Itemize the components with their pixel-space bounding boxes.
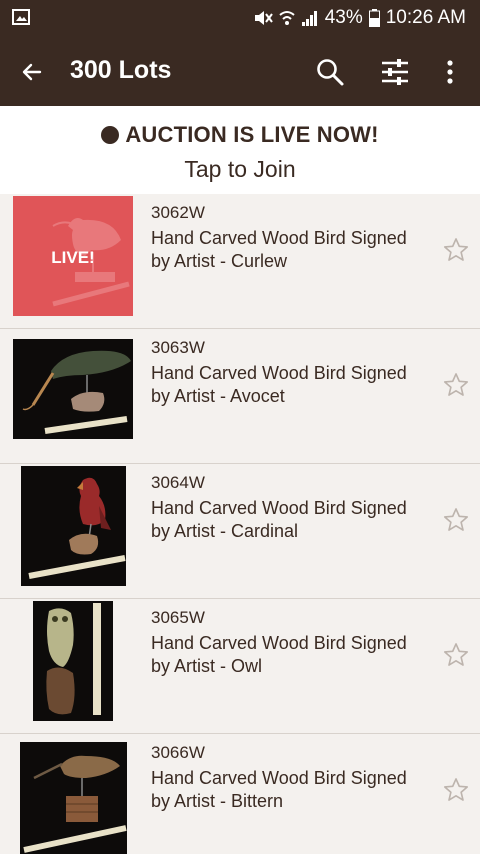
live-auction-banner[interactable]: AUCTION IS LIVE NOW! Tap to Join xyxy=(0,106,480,194)
list-item[interactable]: LIVE! 3062W Hand Carved Wood Bird Signed… xyxy=(0,194,480,329)
star-icon[interactable] xyxy=(442,371,470,399)
star-icon[interactable] xyxy=(442,236,470,264)
overflow-menu-button[interactable] xyxy=(430,52,470,92)
battery-percent: 43% xyxy=(324,7,363,28)
gallery-notification-icon xyxy=(12,9,30,25)
live-status-text: AUCTION IS LIVE NOW! xyxy=(125,122,379,147)
list-item[interactable]: 3064W Hand Carved Wood Bird Signed by Ar… xyxy=(0,464,480,599)
star-icon[interactable] xyxy=(442,506,470,534)
lot-thumbnail-live: LIVE! xyxy=(13,196,133,316)
search-button[interactable] xyxy=(310,52,350,92)
lot-title: Hand Carved Wood Bird Signed by Artist -… xyxy=(151,498,407,541)
list-item[interactable]: 3065W Hand Carved Wood Bird Signed by Ar… xyxy=(0,599,480,734)
tap-to-join-text: Tap to Join xyxy=(184,156,296,182)
back-button[interactable] xyxy=(14,54,50,90)
list-item[interactable]: 3063W Hand Carved Wood Bird Signed by Ar… xyxy=(0,329,480,464)
wifi-icon xyxy=(279,11,295,25)
more-vertical-icon xyxy=(447,60,453,84)
lot-title: Hand Carved Wood Bird Signed by Artist -… xyxy=(151,633,407,676)
lot-title: Hand Carved Wood Bird Signed by Artist -… xyxy=(151,768,407,811)
mute-icon xyxy=(254,11,273,25)
lot-number: 3065W xyxy=(151,608,205,627)
lot-number: 3064W xyxy=(151,473,205,492)
lot-thumbnail xyxy=(33,601,113,721)
filter-button[interactable] xyxy=(375,52,415,92)
battery-icon xyxy=(368,9,380,27)
sliders-icon xyxy=(382,59,408,85)
lot-title: Hand Carved Wood Bird Signed by Artist -… xyxy=(151,363,407,406)
search-icon xyxy=(317,59,344,86)
live-dot-icon xyxy=(101,126,120,144)
star-icon[interactable] xyxy=(442,641,470,669)
lot-thumbnail xyxy=(13,339,133,439)
clock: 10:26 AM xyxy=(385,7,466,28)
lot-thumbnail xyxy=(20,742,127,854)
lot-number: 3063W xyxy=(151,338,205,357)
lot-thumbnail xyxy=(21,466,126,586)
star-icon[interactable] xyxy=(442,776,470,804)
lot-title: Hand Carved Wood Bird Signed by Artist -… xyxy=(151,228,407,271)
status-bar: 43% 10:26 AM xyxy=(0,0,480,36)
signal-icon xyxy=(301,11,317,26)
lot-list: LIVE! 3062W Hand Carved Wood Bird Signed… xyxy=(0,194,480,854)
arrow-left-icon xyxy=(22,63,42,81)
live-badge: LIVE! xyxy=(51,248,94,267)
lot-number: 3062W xyxy=(151,203,205,222)
lot-number: 3066W xyxy=(151,743,205,762)
list-item[interactable]: 3066W Hand Carved Wood Bird Signed by Ar… xyxy=(0,734,480,854)
app-bar: 300 Lots xyxy=(0,36,480,106)
page-title: 300 Lots xyxy=(70,56,172,84)
